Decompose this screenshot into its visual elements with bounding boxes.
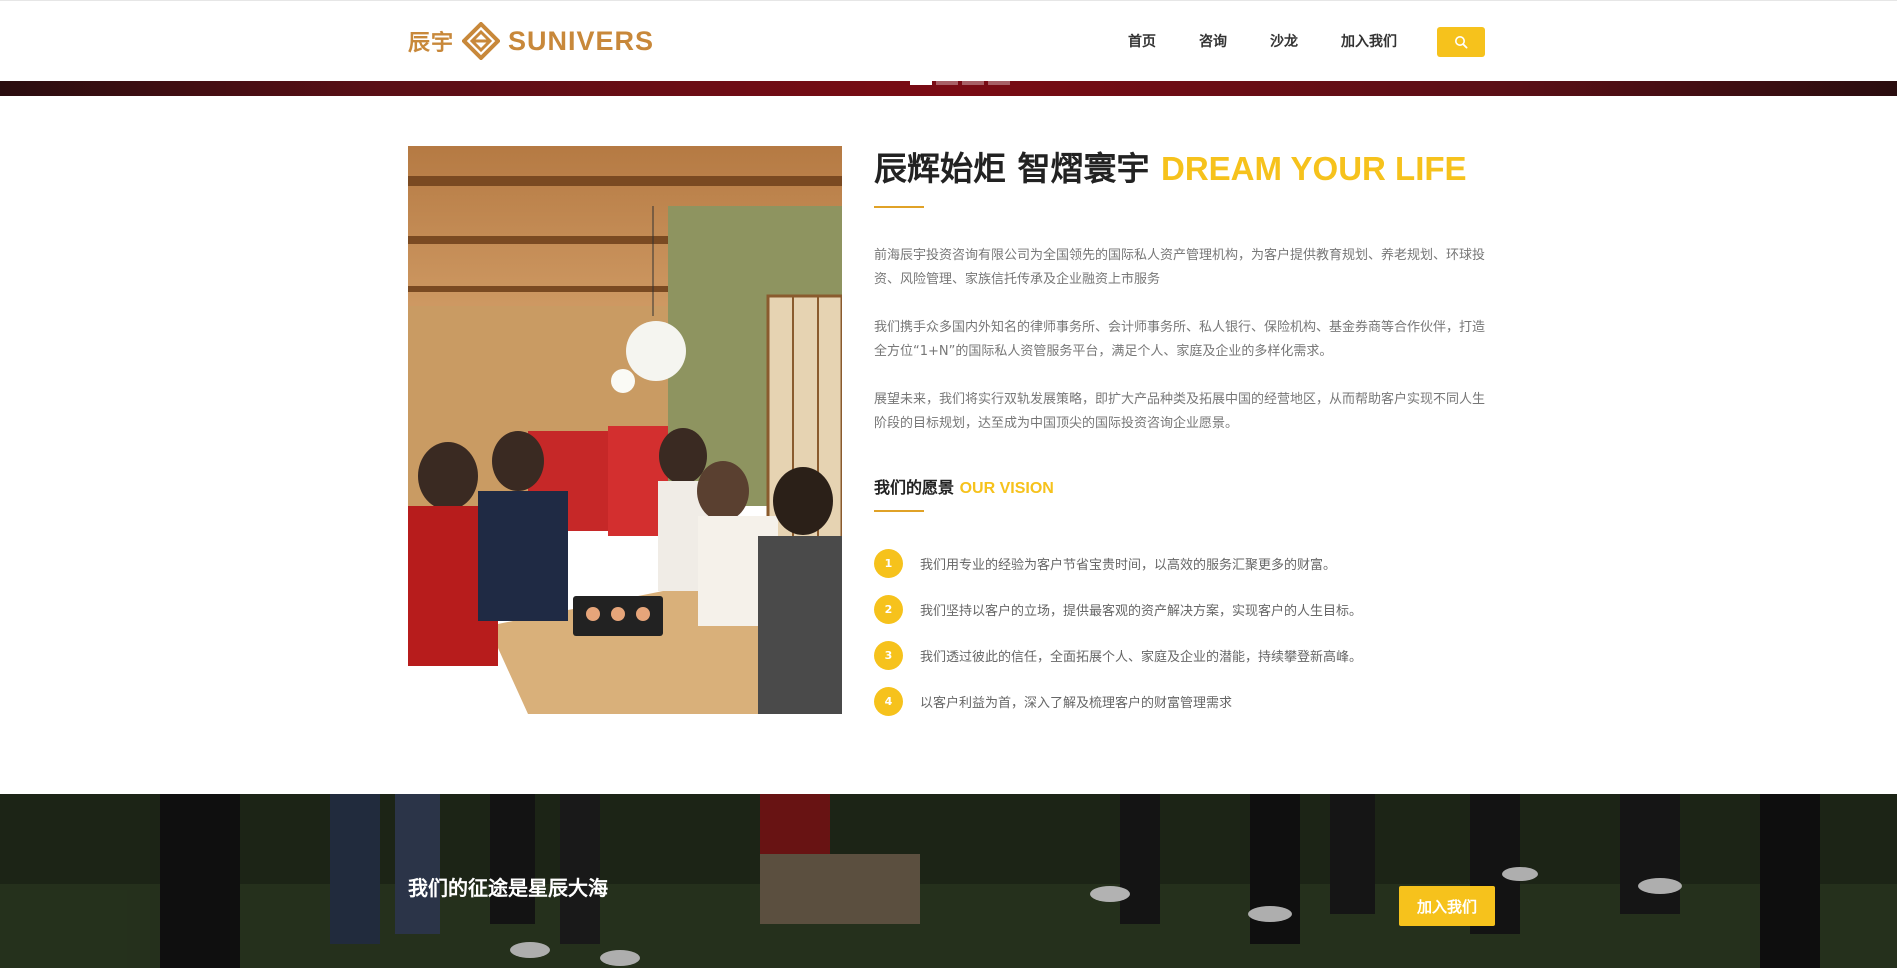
vision-text: 我们坚持以客户的立场，提供最客观的资产解决方案，实现客户的人生目标。	[920, 604, 1363, 619]
vision-item: 4 以客户利益为首，深入了解及梳理客户的财富管理需求	[874, 687, 1232, 716]
vision-underline	[874, 510, 924, 512]
carousel-dot[interactable]	[962, 81, 984, 85]
nav-item-join[interactable]: 加入我们	[1341, 27, 1397, 57]
carousel-dot[interactable]	[910, 81, 932, 85]
carousel-dot[interactable]	[988, 81, 1010, 85]
about-section: 辰辉始炬 智熠寰宇 DREAM YOUR LIFE 前海辰宇投资咨询有限公司为全…	[874, 146, 1487, 716]
logo-diamond-icon	[462, 22, 501, 60]
site-header: 辰宇 SUNIVERS 首页 咨询 沙龙 加入我们	[0, 0, 1897, 81]
logo[interactable]: 辰宇 SUNIVERS	[408, 21, 654, 61]
banner-title: 我们的征途是星辰大海	[408, 876, 608, 900]
about-paragraph: 我们携手众多国内外知名的律师事务所、会计师事务所、私人银行、保险机构、基金券商等…	[874, 320, 1486, 359]
vision-title-en: OUR VISION	[959, 480, 1054, 497]
about-title-en: DREAM YOUR LIFE	[1160, 150, 1467, 187]
nav-item-home[interactable]: 首页	[1128, 27, 1156, 57]
vision-number-badge: 4	[874, 687, 903, 716]
title-underline	[874, 206, 924, 208]
logo-text-en: SUNIVERS	[508, 25, 655, 56]
vision-number-badge: 1	[874, 549, 903, 578]
vision-item: 2 我们坚持以客户的立场，提供最客观的资产解决方案，实现客户的人生目标。	[874, 595, 1362, 624]
team-dinner-photo	[408, 146, 842, 714]
vision-item: 1 我们用专业的经验为客户节省宝贵时间，以高效的服务汇聚更多的财富。	[874, 549, 1336, 578]
vision-item: 3 我们透过彼此的信任，全面拓展个人、家庭及企业的潜能，持续攀登新高峰。	[874, 641, 1362, 670]
about-title-cn: 辰辉始炬 智熠寰宇	[874, 149, 1161, 188]
about-paragraph: 前海辰宇投资咨询有限公司为全国领先的国际私人资产管理机构，为客户提供教育规划、养…	[874, 248, 1486, 287]
about-title: 辰辉始炬 智熠寰宇 DREAM YOUR LIFE	[874, 146, 1487, 192]
vision-title: 我们的愿景 OUR VISION	[874, 474, 1054, 498]
search-icon	[1455, 36, 1468, 49]
join-us-button[interactable]: 加入我们	[1399, 886, 1495, 926]
vision-text: 以客户利益为首，深入了解及梳理客户的财富管理需求	[920, 696, 1233, 711]
nav-item-consult[interactable]: 咨询	[1199, 27, 1227, 57]
recruit-banner	[0, 794, 1897, 968]
carousel-dot[interactable]	[936, 81, 958, 85]
nav-item-salon[interactable]: 沙龙	[1270, 27, 1298, 57]
about-paragraph: 展望未来，我们将实行双轨发展策略，即扩大产品种类及拓展中国的经营地区，从而帮助客…	[874, 392, 1486, 431]
main-nav: 首页 咨询 沙龙 加入我们	[1128, 27, 1440, 57]
vision-title-cn: 我们的愿景	[874, 478, 960, 497]
search-button[interactable]	[1437, 27, 1485, 57]
carousel-dots	[910, 81, 1010, 85]
vision-text: 我们透过彼此的信任，全面拓展个人、家庭及企业的潜能，持续攀登新高峰。	[920, 650, 1363, 665]
vision-text: 我们用专业的经验为客户节省宝贵时间，以高效的服务汇聚更多的财富。	[920, 558, 1337, 573]
vision-number-badge: 3	[874, 641, 903, 670]
logo-text-cn: 辰宇	[408, 31, 455, 56]
vision-number-badge: 2	[874, 595, 903, 624]
